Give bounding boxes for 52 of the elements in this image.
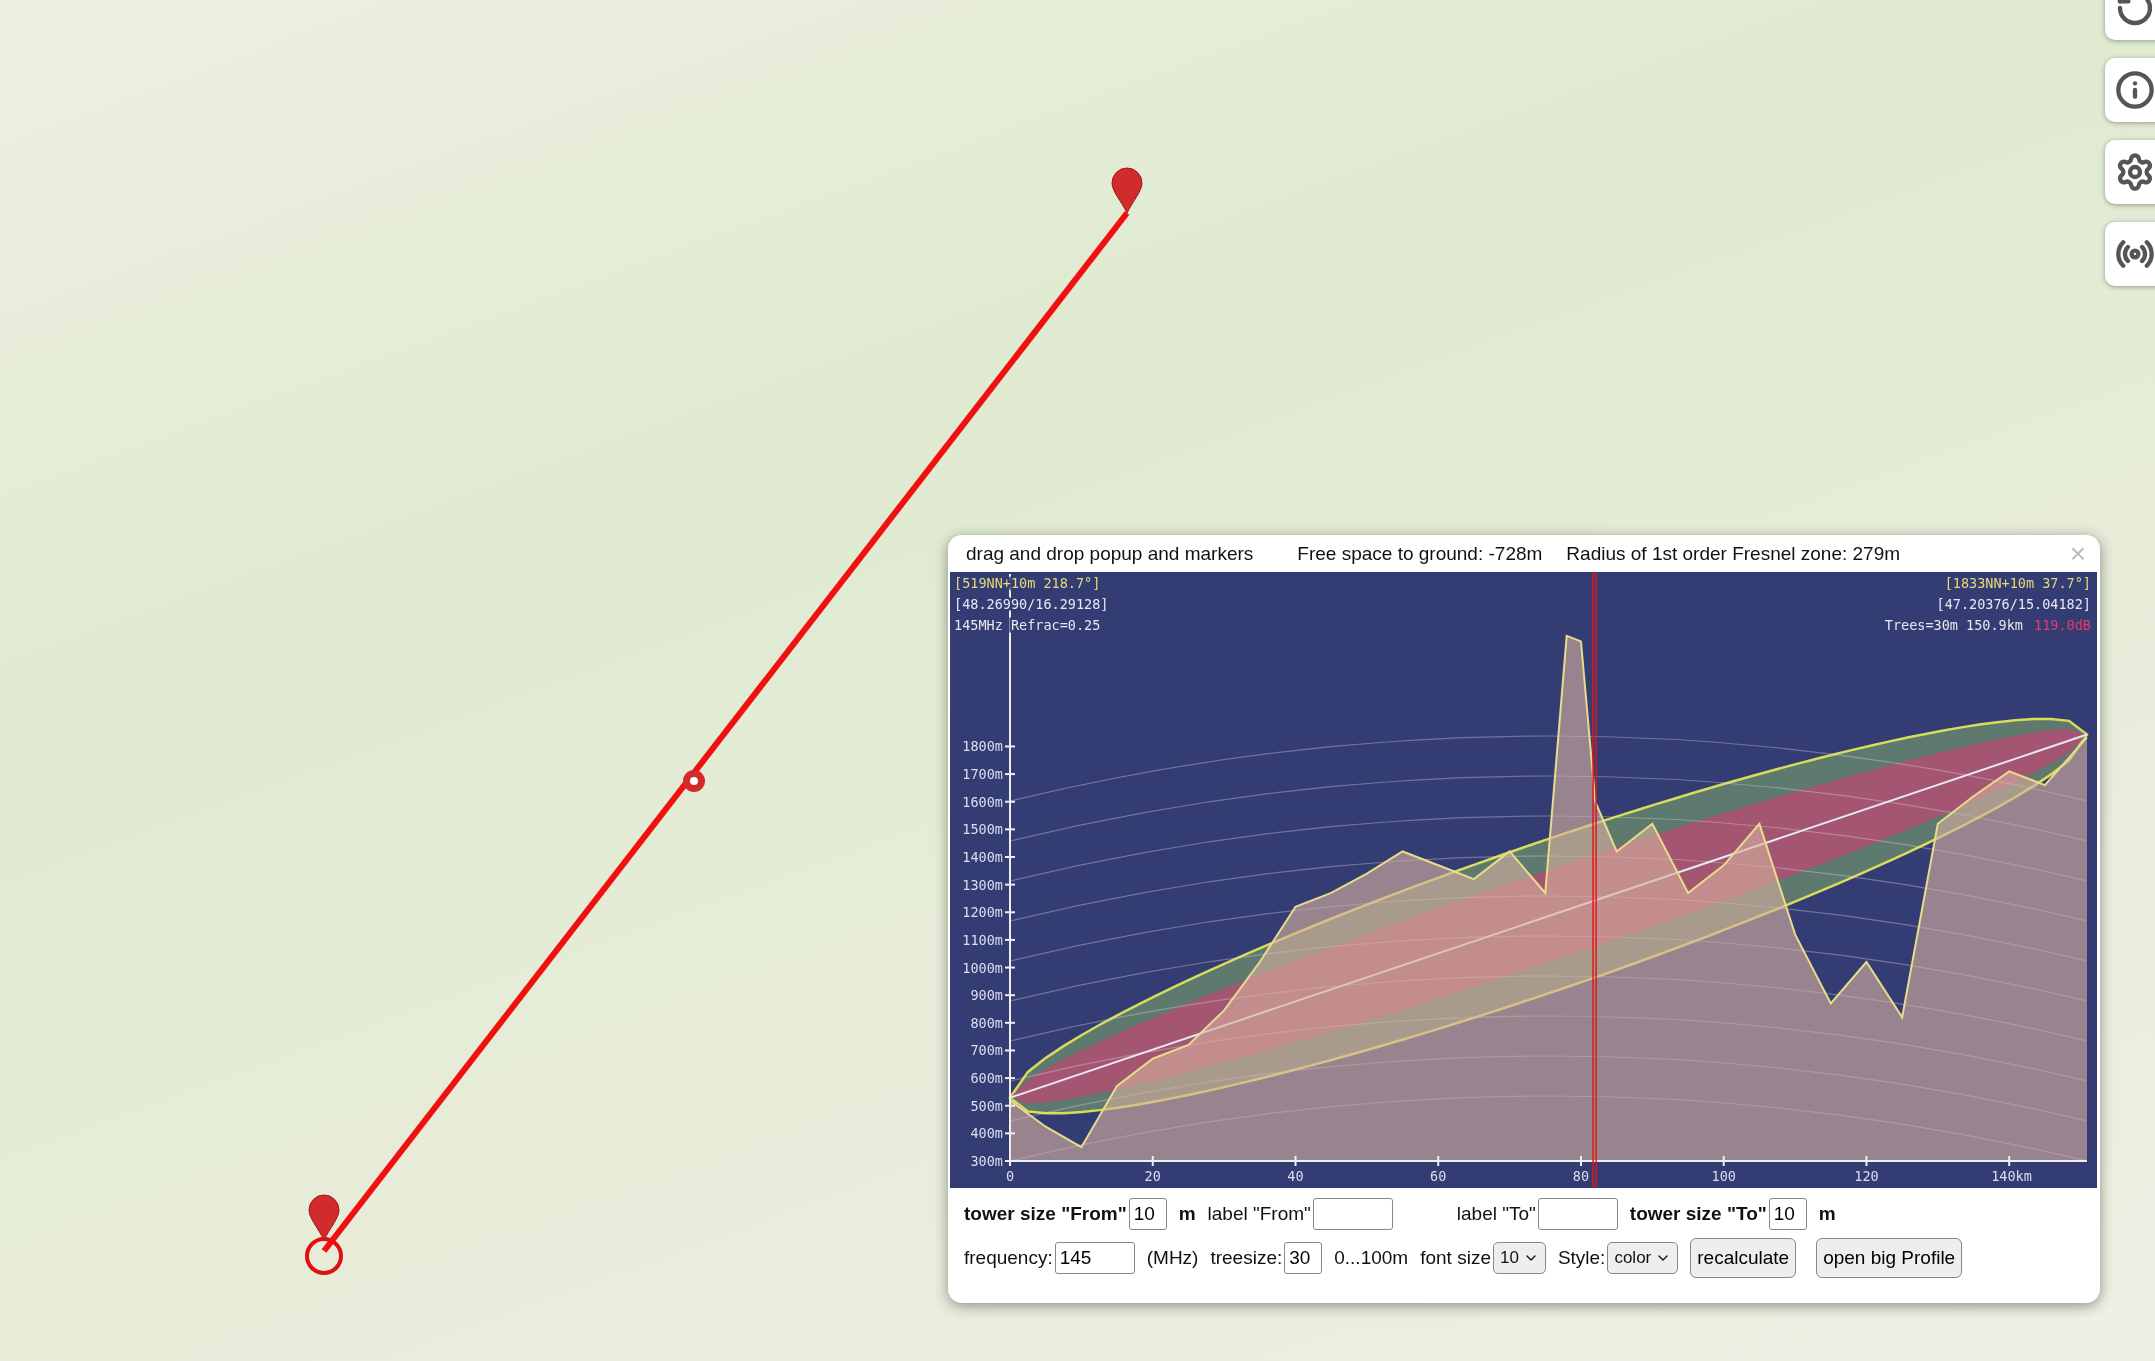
y-tick-label: 1700m [962, 766, 1003, 783]
x-tick-label: 100 [1711, 1168, 1736, 1184]
free-space-text: Free space to ground: -728m [1297, 542, 1543, 565]
input-field[interactable]: 10 [1128, 1198, 1167, 1230]
y-tick-label: 700m [970, 1042, 1003, 1059]
y-tick-label: 300m [970, 1153, 1003, 1169]
x-tick-label: 40 [1287, 1168, 1304, 1184]
field-label: label "From" [1207, 1203, 1311, 1225]
y-tick-label: 600m [970, 1070, 1003, 1087]
field-label: font size [1420, 1247, 1491, 1269]
y-tick-label: 1000m [962, 959, 1003, 976]
path-loss-text: 119.0dB [2034, 617, 2091, 633]
x-tick-label: 80 [1572, 1168, 1590, 1184]
field-label: tower size "From" [964, 1203, 1127, 1225]
field-label: (MHz) [1146, 1247, 1199, 1269]
y-tick-label: 900m [970, 987, 1003, 1004]
field-label: label "To" [1456, 1203, 1536, 1225]
input-field[interactable]: 30 [1284, 1242, 1323, 1274]
dropdown[interactable]: 10 [1492, 1242, 1546, 1274]
x-tick-label: 140km [1991, 1168, 2032, 1184]
y-tick-label: 1800m [962, 738, 1003, 755]
popup-title: drag and drop popup and markers [966, 542, 1254, 565]
info-text: [47.20376/15.04182] [1936, 596, 2091, 612]
y-tick-label: 1400m [962, 849, 1003, 865]
field-label: 0...100m [1334, 1247, 1409, 1269]
field-label: Style: [1557, 1247, 1606, 1269]
dropdown[interactable]: color [1607, 1242, 1679, 1274]
field-label: frequency: [964, 1247, 1053, 1269]
info-text: [1833NN+10m 37.7°] [1944, 575, 2091, 591]
y-tick-label: 400m [970, 1125, 1003, 1142]
action-button[interactable]: open big Profile [1816, 1238, 1963, 1278]
y-tick-label: 500m [970, 1097, 1003, 1114]
y-tick-label: 1200m [962, 904, 1003, 921]
field-label: m [1178, 1203, 1196, 1225]
y-tick-label: 1300m [962, 876, 1003, 893]
input-field[interactable]: 10 [1768, 1198, 1807, 1230]
action-button[interactable]: recalculate [1690, 1238, 1797, 1278]
fresnel-radius-text: Radius of 1st order Fresnel zone: 279m [1566, 542, 1901, 565]
input-field[interactable]: 145 [1054, 1242, 1135, 1274]
field-label: m [1818, 1203, 1836, 1225]
x-tick-label: 60 [1430, 1168, 1447, 1184]
info-text: Trees=30m 150.9km [1884, 617, 2023, 633]
x-tick-label: 0 [1005, 1168, 1015, 1184]
x-tick-label: 120 [1854, 1168, 1879, 1184]
y-tick-label: 800m [970, 1014, 1003, 1031]
field-label: tower size "To" [1629, 1203, 1767, 1225]
x-tick-label: 20 [1144, 1168, 1161, 1184]
info-text: 145MHz Refrac=0.25 [954, 617, 1101, 633]
y-tick-label: 1500m [962, 821, 1003, 838]
field-label: treesize: [1210, 1247, 1283, 1269]
y-tick-label: 1600m [962, 793, 1003, 810]
y-tick-label: 1100m [962, 931, 1003, 948]
